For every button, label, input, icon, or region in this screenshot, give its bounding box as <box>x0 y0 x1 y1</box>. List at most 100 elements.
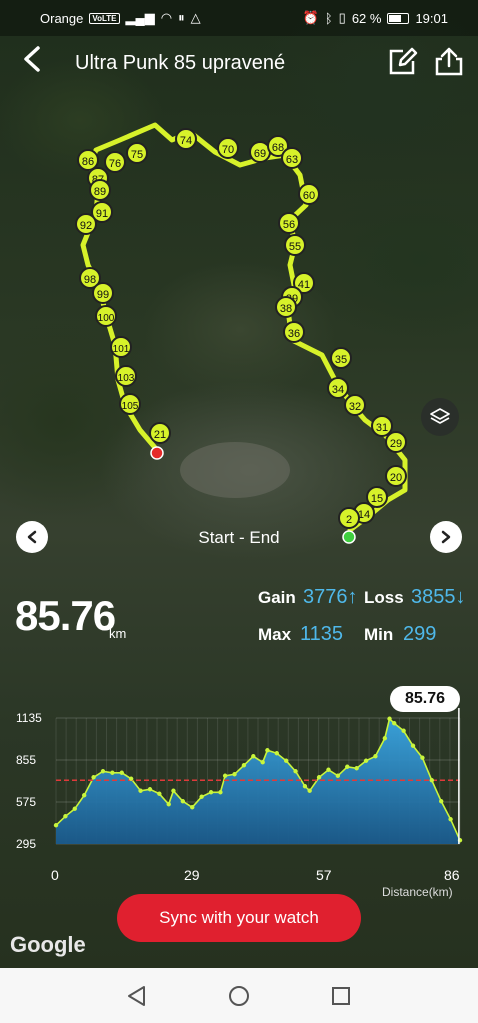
waypoint-pin[interactable]: 32 <box>344 394 366 416</box>
wifi-icon: ◠ <box>160 10 173 25</box>
waypoint-pin[interactable]: 55 <box>284 234 306 256</box>
back-button[interactable] <box>20 44 44 82</box>
elevation-point <box>345 764 350 769</box>
svg-text:38: 38 <box>280 303 292 315</box>
sync-watch-button[interactable]: Sync with your watch <box>117 894 361 942</box>
nav-back-button[interactable] <box>124 983 150 1009</box>
waypoint-pin[interactable]: 63 <box>281 147 303 169</box>
elevation-point <box>448 817 453 822</box>
svg-text:55: 55 <box>289 241 301 253</box>
volte-badge: VoLTE <box>89 12 120 24</box>
waypoint-pin[interactable]: 92 <box>75 213 97 235</box>
svg-text:69: 69 <box>254 148 266 160</box>
waypoint-pin[interactable]: 35 <box>330 347 352 369</box>
elevation-point <box>100 769 106 774</box>
waypoint-pin[interactable]: 100 <box>95 305 117 327</box>
layers-icon <box>430 408 450 424</box>
elevation-point <box>190 805 195 810</box>
svg-text:56: 56 <box>283 219 295 231</box>
waypoint-pin[interactable]: 2 <box>338 507 360 529</box>
min-value: 299 <box>403 623 437 645</box>
elevation-point <box>401 728 406 733</box>
svg-text:15: 15 <box>371 493 383 505</box>
battery-percent: 62 % <box>351 10 382 26</box>
elevation-point <box>53 823 59 828</box>
nav-home-button[interactable] <box>226 983 252 1009</box>
waypoint-pin[interactable]: 56 <box>278 212 300 234</box>
waypoint-pin[interactable]: 101 <box>110 336 132 358</box>
elevation-point <box>91 775 96 780</box>
share-icon <box>435 47 463 76</box>
nav-recent-button[interactable] <box>328 983 354 1009</box>
elevation-point <box>335 773 341 778</box>
waypoint-pin[interactable]: 75 <box>126 142 148 164</box>
segment-label: Start - End <box>198 528 280 547</box>
elevation-point <box>157 791 162 796</box>
x-tick-label: 29 <box>184 867 200 883</box>
y-tick-label: 295 <box>16 837 37 851</box>
next-segment-button[interactable] <box>430 521 462 553</box>
elevation-point <box>138 788 143 793</box>
waypoint-pin[interactable]: 21 <box>149 422 171 444</box>
waypoint-pin[interactable]: 105 <box>119 393 141 415</box>
position-badge: 85.76 <box>390 686 460 712</box>
waypoint-pin[interactable]: 89 <box>89 179 111 201</box>
elevation-chart-svg <box>53 708 463 845</box>
system-nav-bar <box>0 968 478 1023</box>
elevation-point <box>241 763 247 768</box>
x-tick-label: 86 <box>444 867 460 883</box>
svg-text:34: 34 <box>332 384 344 396</box>
waypoint-pin[interactable]: 103 <box>115 365 137 387</box>
waypoint-pin[interactable]: 20 <box>385 465 407 487</box>
svg-text:76: 76 <box>109 158 121 170</box>
elevation-point <box>439 799 444 804</box>
map-layers-button[interactable] <box>421 398 459 436</box>
svg-text:105: 105 <box>122 401 139 412</box>
waypoint-pin[interactable]: 69 <box>249 141 271 163</box>
share-button[interactable] <box>433 46 465 78</box>
waypoint-pin[interactable]: 29 <box>385 431 407 453</box>
elevation-point <box>63 814 68 819</box>
elevation-point <box>410 743 416 748</box>
total-distance: 85.76 <box>15 592 116 639</box>
svg-text:35: 35 <box>335 354 347 366</box>
waypoint-pin[interactable]: 74 <box>175 128 197 150</box>
elevation-point <box>283 758 289 763</box>
elevation-point <box>260 760 265 765</box>
y-tick-label: 1135 <box>16 711 42 725</box>
waypoint-pin[interactable]: 60 <box>298 183 320 205</box>
max-value: 1135 <box>300 623 344 645</box>
svg-text:101: 101 <box>113 344 130 355</box>
waypoint-pin[interactable]: 31 <box>371 415 393 437</box>
elevation-point <box>81 793 87 798</box>
svg-text:100: 100 <box>98 313 115 324</box>
elevation-point <box>180 799 186 804</box>
elevation-point <box>199 794 204 799</box>
x-axis-label: Distance(km) <box>382 885 453 899</box>
waypoint-pin[interactable]: 34 <box>327 377 349 399</box>
waypoint-pin[interactable]: 76 <box>104 151 126 173</box>
elevation-point <box>265 748 270 753</box>
waypoint-pin[interactable]: 86 <box>77 149 99 171</box>
elevation-point <box>420 755 425 760</box>
carrier-label: Orange <box>40 10 84 26</box>
svg-text:36: 36 <box>288 328 300 340</box>
waypoint-pin[interactable]: 99 <box>92 282 114 304</box>
svg-text:21: 21 <box>154 429 166 441</box>
app-header: Ultra Punk 85 upravené <box>0 36 478 90</box>
waypoint-pin[interactable]: 38 <box>275 296 297 318</box>
notification-icon: △ <box>190 10 201 25</box>
svg-text:75: 75 <box>131 149 143 161</box>
elevation-point <box>72 806 77 811</box>
svg-text:103: 103 <box>118 373 135 384</box>
gain-label: Gain <box>258 588 296 607</box>
elevation-point <box>166 802 171 807</box>
elevation-chart[interactable] <box>0 680 478 900</box>
square-recent-icon <box>332 987 350 1005</box>
waypoint-pin[interactable]: 36 <box>283 321 305 343</box>
elevation-point <box>110 770 115 775</box>
svg-text:74: 74 <box>180 135 192 147</box>
svg-text:89: 89 <box>94 186 106 198</box>
edit-button[interactable] <box>386 46 418 78</box>
waypoint-pin[interactable]: 70 <box>217 137 239 159</box>
